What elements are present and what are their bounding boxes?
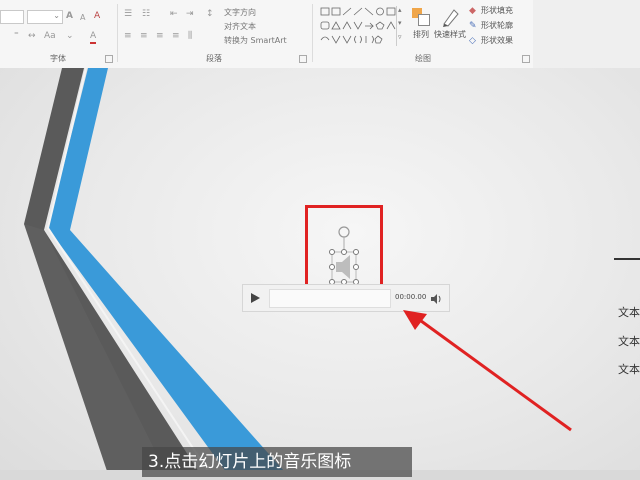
columns-icon[interactable]: ⫼ <box>188 31 192 42</box>
grow-font-button[interactable]: A <box>66 11 73 22</box>
chevron-up-icon: ▴ <box>398 6 402 14</box>
time-display: 00:00.00 <box>395 293 427 301</box>
ribbon-overflow-area <box>533 0 640 68</box>
play-icon <box>251 293 260 303</box>
slide-text-line-1: 文本 <box>618 306 640 319</box>
font-name-box[interactable] <box>0 10 24 24</box>
align-text-button[interactable]: 对齐文本 <box>224 22 256 32</box>
tutorial-caption: 3.点击幻灯片上的音乐图标 <box>142 447 412 477</box>
font-size-box[interactable]: ⌄ <box>27 10 63 24</box>
gallery-scroll[interactable]: ▴ ▾ ▿ <box>396 6 406 46</box>
ribbon: ⌄ A A A ⁼ ↔ Aa ⌄ A 字体 ☰ ☷ ⇤ ⇥ ↕ ≡ ≡ ≡ ≡ … <box>0 0 533 69</box>
font-group: ⌄ A A A ⁼ ↔ Aa ⌄ A 字体 <box>0 0 116 68</box>
increase-indent-icon[interactable]: ⇥ <box>186 9 194 20</box>
font-dialog-launcher-icon[interactable] <box>105 55 113 63</box>
shape-outline-button[interactable]: 形状轮廓 <box>481 21 513 31</box>
character-spacing-icon[interactable]: ↔ <box>28 31 36 42</box>
font-group-label: 字体 <box>50 54 66 63</box>
quick-styles-icon[interactable] <box>440 6 462 28</box>
shrink-font-button[interactable]: A <box>80 12 85 23</box>
text-direction-button[interactable]: 文字方向 <box>224 8 256 18</box>
decrease-indent-icon[interactable]: ⇤ <box>170 9 178 20</box>
annotation-arrow <box>403 310 572 432</box>
align-center-icon[interactable]: ≡ <box>140 31 148 42</box>
shapes-gallery[interactable]: ▴ ▾ ▿ <box>320 6 406 48</box>
slide-text-line-2: 文本 <box>618 335 640 348</box>
highlight-box <box>305 205 383 296</box>
change-case-icon[interactable]: Aa <box>44 31 56 42</box>
font-color-button[interactable]: A <box>90 31 97 44</box>
arrange-button[interactable]: 排列 <box>413 30 429 40</box>
play-button[interactable] <box>247 290 263 306</box>
quick-styles-button[interactable]: 快速样式 <box>434 30 466 40</box>
bullets-icon[interactable]: ☰ <box>124 9 132 20</box>
line-spacing-icon[interactable]: ↕ <box>206 9 214 20</box>
slide-text-line-3: 文本 <box>618 363 640 376</box>
chevron-down-icon: ▾ <box>398 19 402 27</box>
clear-format-button[interactable]: A <box>94 11 100 22</box>
paragraph-group: ☰ ☷ ⇤ ⇥ ↕ ≡ ≡ ≡ ≡ ⫼ 文字方向 对齐文本 转换为 SmartA… <box>118 0 310 68</box>
paragraph-dialog-launcher-icon[interactable] <box>299 55 307 63</box>
align-right-icon[interactable]: ≡ <box>156 31 164 42</box>
drawing-group-label: 绘图 <box>415 54 431 63</box>
paint-bucket-icon: ◆ <box>469 6 476 16</box>
convert-smartart-button[interactable]: 转换为 SmartArt <box>224 36 287 46</box>
underline-icon[interactable]: ⁼ <box>14 31 19 42</box>
shape-fill-button[interactable]: 形状填充 <box>481 6 513 16</box>
volume-button[interactable] <box>429 291 443 305</box>
more-icon: ▿ <box>398 33 402 41</box>
progress-bar[interactable] <box>269 289 391 308</box>
chevron-down-icon: ⌄ <box>53 11 60 20</box>
highlight-icon[interactable]: ⌄ <box>66 31 74 42</box>
effects-icon: ◇ <box>469 36 476 46</box>
slide-canvas[interactable]: 00:00.00 文本 文本 文本 <box>0 68 640 480</box>
pen-icon: ✎ <box>469 21 477 31</box>
shape-effects-button[interactable]: 形状效果 <box>481 36 513 46</box>
justify-icon[interactable]: ≡ <box>172 31 180 42</box>
title-underline <box>614 258 640 260</box>
paragraph-group-label: 段落 <box>206 54 222 63</box>
shapes-gallery-icons <box>320 7 396 44</box>
arrange-icon[interactable] <box>410 6 432 30</box>
drawing-dialog-launcher-icon[interactable] <box>522 55 530 63</box>
align-left-icon[interactable]: ≡ <box>124 31 132 42</box>
numbering-icon[interactable]: ☷ <box>142 9 150 20</box>
